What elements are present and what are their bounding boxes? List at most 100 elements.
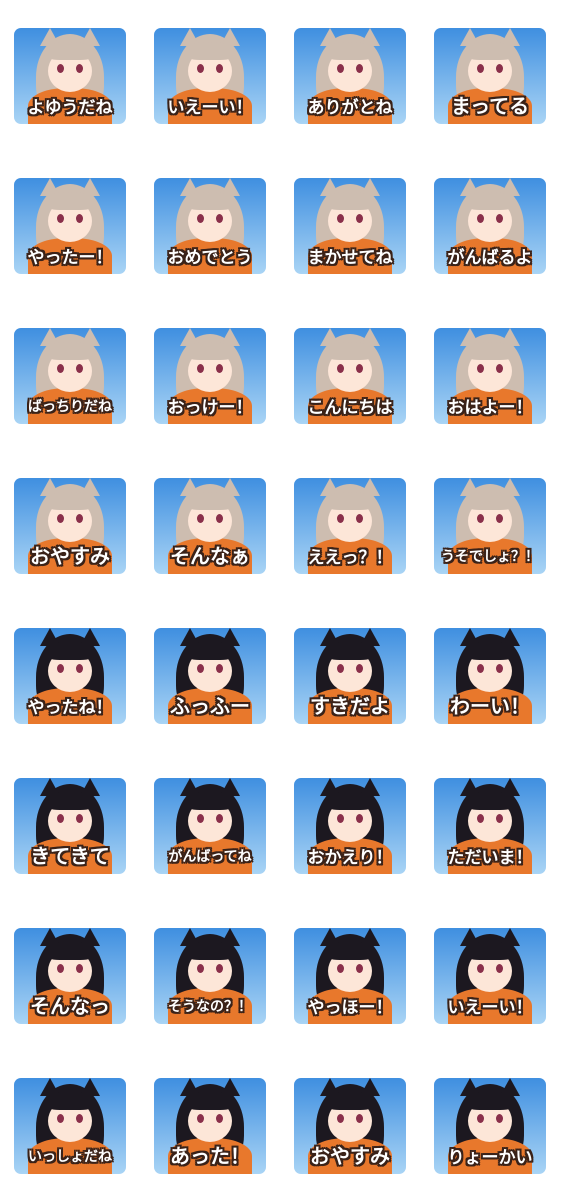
left-eye <box>477 64 484 73</box>
sticker-tile[interactable]: すきだよ <box>294 628 406 724</box>
right-eye <box>356 1114 363 1123</box>
sticker-caption: おめでとう <box>167 248 253 268</box>
character-bangs <box>44 1092 96 1110</box>
left-eye <box>477 664 484 673</box>
character-bangs <box>184 192 236 210</box>
sticker-tile[interactable]: おっけー！ <box>154 328 266 424</box>
left-eye <box>197 1114 204 1123</box>
left-eye <box>197 814 204 823</box>
right-eye <box>216 1114 223 1123</box>
sticker-tile[interactable]: やったね！ <box>14 628 126 724</box>
sticker-tile[interactable]: がんばるよ <box>434 178 546 274</box>
sticker-tile[interactable]: まってる <box>434 28 546 124</box>
sticker-tile[interactable]: いえーい！ <box>434 928 546 1024</box>
character-bangs <box>184 492 236 510</box>
sticker-caption: ばっちりだね <box>28 399 112 415</box>
character-bangs <box>184 792 236 810</box>
right-eye <box>496 814 503 823</box>
sticker-tile[interactable]: きてきて <box>14 778 126 874</box>
sticker-tile[interactable]: あった！ <box>154 1078 266 1174</box>
character-bangs <box>184 342 236 360</box>
sticker-tile[interactable]: やっほー！ <box>294 928 406 1024</box>
sticker-tile[interactable]: ええっ？！ <box>294 478 406 574</box>
sticker-caption: おやすみ <box>30 544 110 568</box>
character-bangs <box>184 942 236 960</box>
sticker-tile[interactable]: こんにちは <box>294 328 406 424</box>
left-eye <box>57 964 64 973</box>
right-eye <box>76 814 83 823</box>
right-eye <box>496 64 503 73</box>
sticker-tile[interactable]: わーい！ <box>434 628 546 724</box>
sticker-caption: ただいま！ <box>447 848 533 868</box>
sticker-tile[interactable]: ばっちりだね <box>14 328 126 424</box>
left-eye <box>337 364 344 373</box>
sticker-tile[interactable]: おめでとう <box>154 178 266 274</box>
sticker-caption: すきだよ <box>310 694 390 718</box>
sticker-grid: よゆうだね いえーい！ ありがとね まってる やったー！ おめでとう まかせてね がんばるよば… <box>0 0 562 1200</box>
sticker-caption: きてきて <box>30 844 110 868</box>
sticker-caption: こんにちは <box>307 398 393 418</box>
left-eye <box>337 64 344 73</box>
sticker-tile[interactable]: ふっふー <box>154 628 266 724</box>
sticker-tile[interactable]: おやすみ <box>14 478 126 574</box>
sticker-tile[interactable]: まかせてね <box>294 178 406 274</box>
sticker-tile[interactable]: そんなぁ <box>154 478 266 574</box>
character-bangs <box>44 42 96 60</box>
left-eye <box>477 814 484 823</box>
character-bangs <box>464 1092 516 1110</box>
sticker-caption: やっほー！ <box>307 998 393 1018</box>
sticker-tile[interactable]: おかえり！ <box>294 778 406 874</box>
right-eye <box>76 514 83 523</box>
right-eye <box>496 964 503 973</box>
sticker-tile[interactable]: りょーかい <box>434 1078 546 1174</box>
left-eye <box>337 814 344 823</box>
sticker-tile[interactable]: うそでしょ？！ <box>434 478 546 574</box>
character-bangs <box>464 792 516 810</box>
sticker-tile[interactable]: ただいま！ <box>434 778 546 874</box>
right-eye <box>356 664 363 673</box>
left-eye <box>477 364 484 373</box>
character-bangs <box>324 642 376 660</box>
left-eye <box>197 514 204 523</box>
character-bangs <box>184 42 236 60</box>
left-eye <box>477 514 484 523</box>
right-eye <box>216 664 223 673</box>
right-eye <box>216 964 223 973</box>
sticker-tile[interactable]: おはよー！ <box>434 328 546 424</box>
right-eye <box>76 1114 83 1123</box>
left-eye <box>57 1114 64 1123</box>
character-bangs <box>464 942 516 960</box>
character-bangs <box>324 492 376 510</box>
left-eye <box>197 214 204 223</box>
sticker-caption: うそでしょ？！ <box>441 549 539 565</box>
left-eye <box>337 1114 344 1123</box>
character-bangs <box>44 342 96 360</box>
left-eye <box>197 64 204 73</box>
sticker-tile[interactable]: いっしょだね <box>14 1078 126 1174</box>
sticker-tile[interactable]: よゆうだね <box>14 28 126 124</box>
sticker-tile[interactable]: いえーい！ <box>154 28 266 124</box>
sticker-caption: やったー！ <box>27 248 113 268</box>
right-eye <box>76 664 83 673</box>
sticker-tile[interactable]: がんばってね <box>154 778 266 874</box>
right-eye <box>356 964 363 973</box>
right-eye <box>76 64 83 73</box>
character-bangs <box>44 192 96 210</box>
sticker-tile[interactable]: やったー！ <box>14 178 126 274</box>
sticker-tile[interactable]: おやすみ <box>294 1078 406 1174</box>
sticker-tile[interactable]: そんなっ <box>14 928 126 1024</box>
sticker-caption: そんなぁ <box>170 544 250 568</box>
sticker-tile[interactable]: そうなの？！ <box>154 928 266 1024</box>
left-eye <box>337 664 344 673</box>
right-eye <box>356 814 363 823</box>
left-eye <box>57 64 64 73</box>
right-eye <box>496 514 503 523</box>
right-eye <box>496 664 503 673</box>
right-eye <box>76 364 83 373</box>
sticker-caption: おっけー！ <box>167 398 253 418</box>
sticker-caption: いえーい！ <box>447 998 533 1018</box>
left-eye <box>197 964 204 973</box>
sticker-tile[interactable]: ありがとね <box>294 28 406 124</box>
right-eye <box>356 214 363 223</box>
right-eye <box>76 214 83 223</box>
